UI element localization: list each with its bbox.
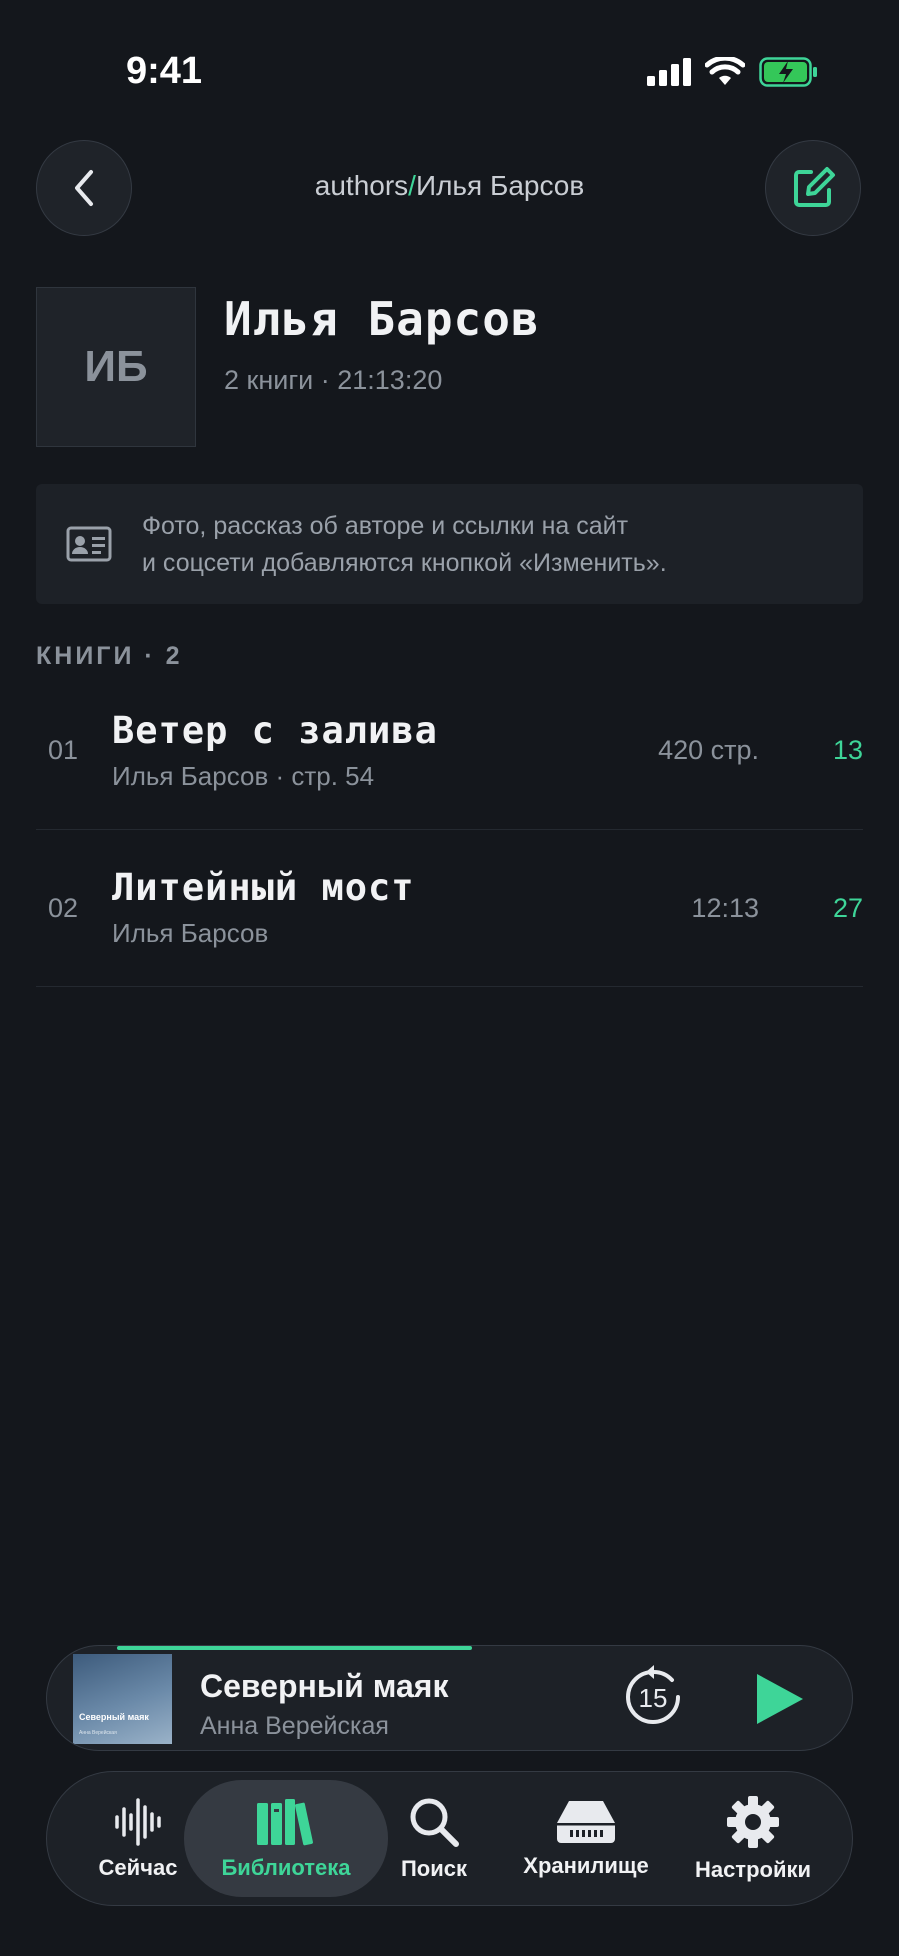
info-line-1: Фото, рассказ об авторе и ссылки на сайт: [142, 512, 629, 540]
breadcrumb-current: Илья Барсов: [415, 170, 585, 201]
info-text: Фото, рассказ об авторе и ссылки на сайт…: [142, 508, 667, 582]
tab-label: Поиск: [400, 1855, 468, 1881]
books-icon: [257, 1798, 313, 1845]
book-length: 12:13: [691, 893, 759, 923]
skip-back-15-button[interactable]: 15: [620, 1664, 686, 1730]
breadcrumb-root[interactable]: authors: [315, 170, 408, 201]
search-icon: [410, 1798, 459, 1847]
book-length: 420 стр.: [658, 735, 759, 765]
book-title: Литейный мост: [112, 866, 415, 909]
waveform-icon: [115, 1797, 161, 1846]
tab-bar: Сейчас Библиотека Поиск Хранилище Настро…: [46, 1771, 853, 1906]
status-icons: [647, 55, 819, 89]
book-row[interactable]: 01 Ветер с залива Илья Барсов · стр. 54 …: [36, 673, 863, 830]
tab-search[interactable]: Поиск: [385, 1780, 483, 1897]
tab-label: Библиотека: [221, 1854, 351, 1880]
author-meta: 2 книги · 21:13:20: [224, 365, 443, 395]
section-title: КНИГИ · 2: [36, 642, 183, 670]
info-banner: Фото, рассказ об авторе и ссылки на сайт…: [36, 484, 863, 604]
edit-icon: [794, 167, 835, 207]
tab-label: Хранилище: [523, 1852, 649, 1878]
gear-icon: [727, 1795, 779, 1848]
info-line-2: и соцсети добавляются кнопкой «Изменить»…: [142, 549, 667, 577]
battery-charging-icon: [759, 57, 817, 87]
author-name: Илья Барсов: [224, 292, 540, 346]
book-title: Ветер с залива: [112, 709, 438, 752]
skip-seconds-label: 15: [639, 1683, 668, 1713]
author-avatar: ИБ: [36, 287, 196, 447]
breadcrumb-separator: /: [408, 170, 416, 201]
book-subtitle: Илья Барсов: [112, 918, 269, 948]
book-subtitle: Илья Барсов · стр. 54: [112, 761, 375, 791]
playback-progress-bar: [117, 1646, 472, 1650]
player-artist: Анна Верейская: [200, 1712, 389, 1740]
tab-library[interactable]: Библиотека: [184, 1780, 388, 1897]
storage-icon: [557, 1800, 615, 1843]
book-cover: Северный маяк Анна Верейская: [73, 1654, 172, 1744]
book-row[interactable]: 02 Литейный мост Илья Барсов 12:13 27: [36, 830, 863, 987]
cover-title: Северный маяк: [79, 1712, 149, 1722]
play-button[interactable]: [753, 1672, 805, 1726]
contact-card-icon: [66, 526, 112, 562]
status-time: 9:41: [126, 50, 203, 92]
book-number: 02: [48, 893, 79, 923]
tab-storage[interactable]: Хранилище: [511, 1780, 661, 1897]
tab-label: Настройки: [694, 1856, 812, 1882]
book-count: 13: [832, 735, 863, 765]
book-number: 01: [48, 735, 79, 765]
mini-player[interactable]: Северный маяк Анна Верейская Северный ма…: [46, 1645, 853, 1751]
book-count: 27: [832, 893, 863, 923]
player-title: Северный маяк: [200, 1668, 449, 1704]
edit-button[interactable]: [765, 140, 861, 236]
tab-label: Сейчас: [98, 1854, 178, 1880]
tab-settings[interactable]: Настройки: [675, 1780, 831, 1897]
wifi-icon: [705, 57, 745, 85]
cover-author: Анна Верейская: [79, 1730, 117, 1736]
signal-icon: [647, 58, 691, 86]
